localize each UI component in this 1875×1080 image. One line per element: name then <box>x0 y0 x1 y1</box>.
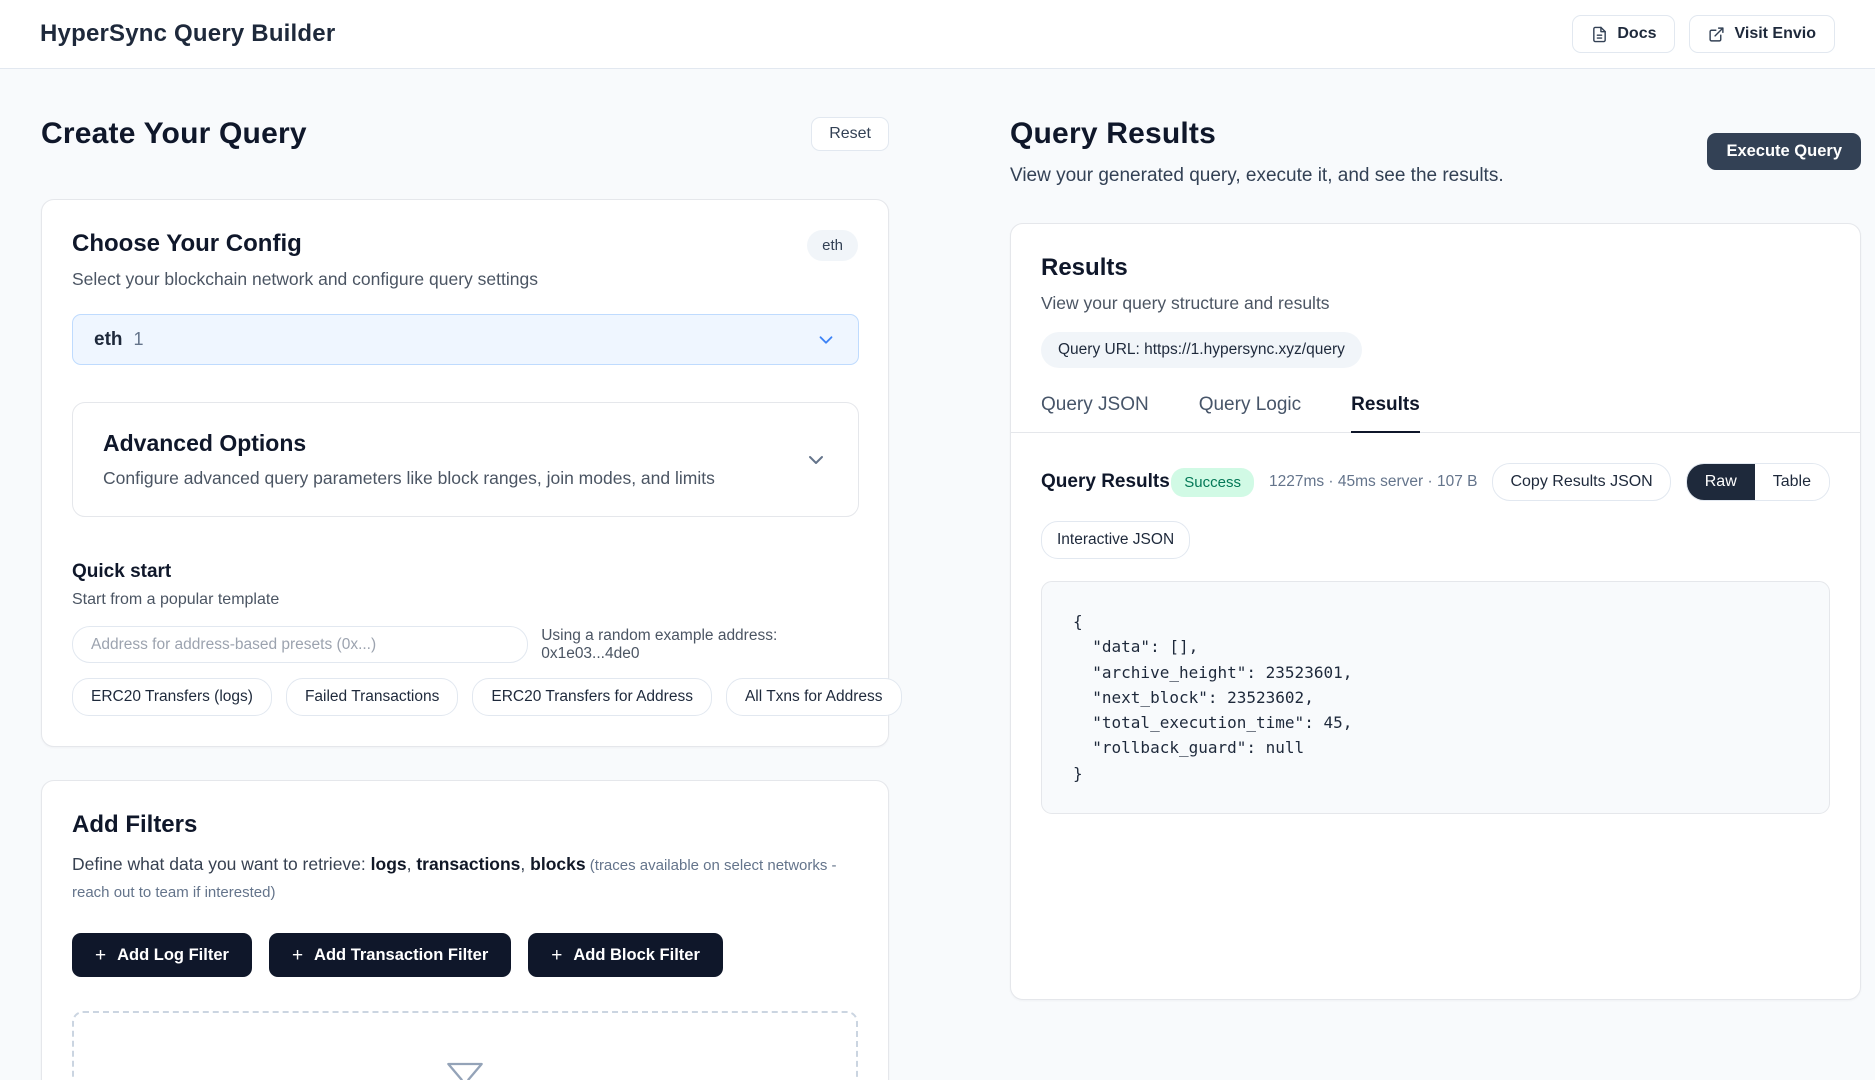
add-log-filter-label: Add Log Filter <box>117 946 229 965</box>
preset-chip-row: ERC20 Transfers (logs) Failed Transactio… <box>72 678 858 716</box>
execute-query-button[interactable]: Execute Query <box>1707 133 1861 170</box>
chevron-down-icon <box>804 448 828 472</box>
results-panel-title: Query Results <box>1010 117 1504 151</box>
tab-results[interactable]: Results <box>1351 394 1420 433</box>
visit-envio-button[interactable]: Visit Envio <box>1689 15 1835 53</box>
filters-card-title: Add Filters <box>72 811 858 839</box>
query-url-badge: Query URL: https://1.hypersync.xyz/query <box>1041 332 1362 368</box>
reset-button[interactable]: Reset <box>811 117 889 151</box>
network-badge: eth <box>807 230 858 261</box>
interactive-json-button[interactable]: Interactive JSON <box>1041 521 1190 559</box>
builder-title: Create Your Query <box>41 117 307 151</box>
advanced-options-toggle[interactable]: Advanced Options Configure advanced quer… <box>72 402 859 517</box>
config-card-subtitle: Select your blockchain network and confi… <box>72 269 538 290</box>
config-card: Choose Your Config Select your blockchai… <box>41 199 889 747</box>
plus-icon: + <box>292 946 303 965</box>
copy-results-json-button[interactable]: Copy Results JSON <box>1492 463 1670 501</box>
query-results-panel: Query Results View your generated query,… <box>1010 117 1861 1080</box>
preset-all-txns-for-address[interactable]: All Txns for Address <box>726 678 902 716</box>
address-input[interactable] <box>72 626 528 663</box>
results-header-title: Query Results <box>1041 471 1170 493</box>
network-select-chain-id: 1 <box>134 329 144 350</box>
preset-erc20-transfers-for-address[interactable]: ERC20 Transfers for Address <box>472 678 712 716</box>
visit-envio-button-label: Visit Envio <box>1734 25 1816 43</box>
plus-icon: + <box>95 946 106 965</box>
filters-description: Define what data you want to retrieve: l… <box>72 851 858 905</box>
quick-start-title: Quick start <box>72 561 858 583</box>
app-title: HyperSync Query Builder <box>40 20 335 48</box>
docs-button-label: Docs <box>1617 25 1656 43</box>
plus-icon: + <box>551 946 562 965</box>
query-builder-panel: Create Your Query Reset Choose Your Conf… <box>41 117 889 1080</box>
add-log-filter-button[interactable]: + Add Log Filter <box>72 933 252 977</box>
header-actions: Docs Visit Envio <box>1572 15 1835 53</box>
add-block-filter-label: Add Block Filter <box>573 946 700 965</box>
add-block-filter-button[interactable]: + Add Block Filter <box>528 933 723 977</box>
advanced-options-description: Configure advanced query parameters like… <box>103 468 804 489</box>
app-header: HyperSync Query Builder Docs Visit Envio <box>0 0 1875 69</box>
add-transaction-filter-button[interactable]: + Add Transaction Filter <box>269 933 511 977</box>
results-header: Query Results Success 1227ms · 45ms serv… <box>1041 463 1830 501</box>
filters-empty-state: No filters added yet <box>72 1011 858 1080</box>
external-link-icon <box>1708 26 1725 43</box>
results-tabs: Query JSON Query Logic Results <box>1011 394 1860 433</box>
raw-json-output: { "data": [], "archive_height": 23523601… <box>1041 581 1830 814</box>
advanced-options-title: Advanced Options <box>103 430 804 457</box>
results-card-title: Results <box>1041 254 1830 282</box>
view-mode-toggle: Raw Table <box>1686 463 1830 501</box>
chevron-down-icon <box>815 329 837 351</box>
preset-failed-transactions[interactable]: Failed Transactions <box>286 678 458 716</box>
status-badge: Success <box>1171 468 1254 497</box>
document-icon <box>1591 26 1608 43</box>
quick-start-subtitle: Start from a popular template <box>72 591 858 609</box>
address-hint: Using a random example address: 0x1e03..… <box>541 627 858 663</box>
filters-card: Add Filters Define what data you want to… <box>41 780 889 1080</box>
main-content: Create Your Query Reset Choose Your Conf… <box>0 69 1875 1080</box>
results-card: Results View your query structure and re… <box>1010 223 1861 1000</box>
view-mode-raw[interactable]: Raw <box>1687 464 1755 500</box>
filter-button-row: + Add Log Filter + Add Transaction Filte… <box>72 933 858 977</box>
network-select[interactable]: eth 1 <box>72 314 859 365</box>
network-select-value: eth <box>94 329 123 351</box>
tab-query-logic[interactable]: Query Logic <box>1199 394 1301 433</box>
preset-erc20-transfers-logs[interactable]: ERC20 Transfers (logs) <box>72 678 272 716</box>
add-transaction-filter-label: Add Transaction Filter <box>314 946 488 965</box>
tab-query-json[interactable]: Query JSON <box>1041 394 1149 433</box>
funnel-icon <box>445 1059 485 1080</box>
config-card-title: Choose Your Config <box>72 230 538 258</box>
docs-button[interactable]: Docs <box>1572 15 1675 53</box>
view-mode-table[interactable]: Table <box>1755 464 1829 500</box>
results-card-subtitle: View your query structure and results <box>1041 293 1830 314</box>
timing-text: 1227ms · 45ms server · 107 B <box>1269 473 1477 491</box>
results-panel-subtitle: View your generated query, execute it, a… <box>1010 165 1504 187</box>
